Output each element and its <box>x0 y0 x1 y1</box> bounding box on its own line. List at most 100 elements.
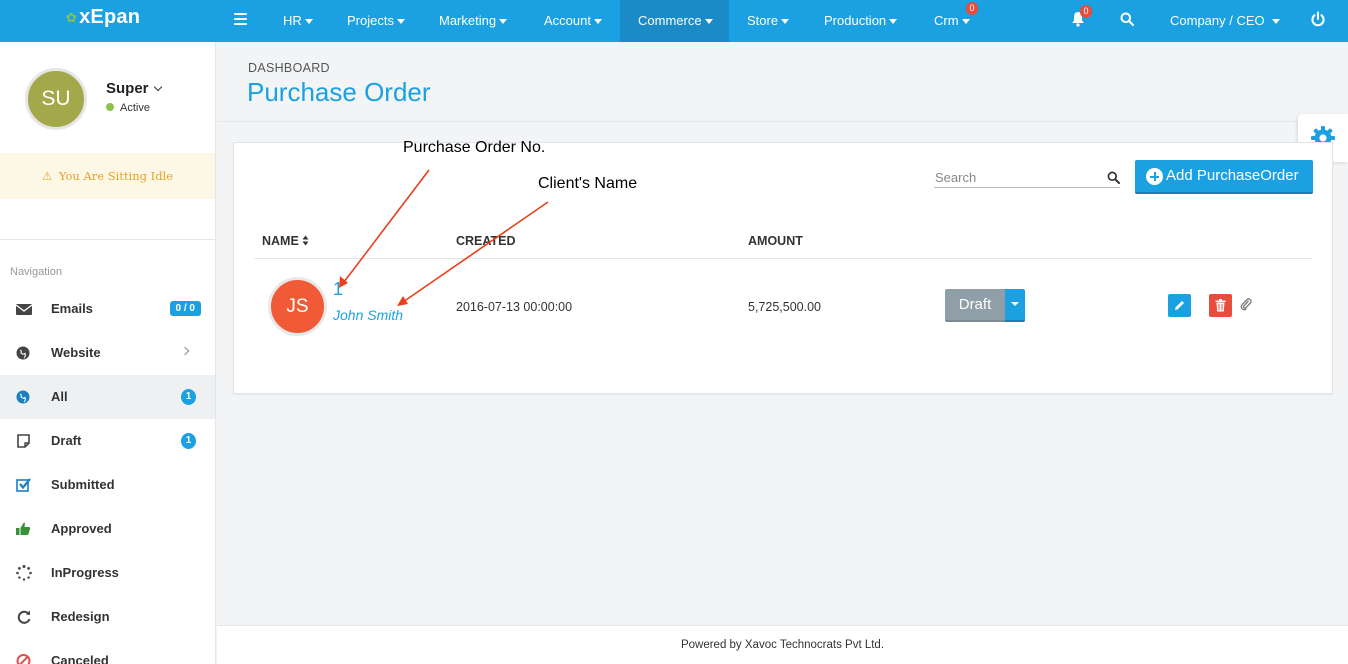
status-dropdown-toggle[interactable] <box>1005 289 1025 322</box>
caret-down-icon <box>304 19 313 25</box>
created-date: 2016-07-13 00:00:00 <box>456 300 573 314</box>
app-logo[interactable]: ✿ xEpan <box>66 6 140 29</box>
paperclip-icon[interactable] <box>1240 297 1252 311</box>
search-field <box>934 167 1120 188</box>
client-name[interactable]: John Smith <box>333 307 403 323</box>
refresh-icon <box>17 610 31 624</box>
sidebar-item-label: InProgress <box>51 565 119 580</box>
caret-down-icon <box>889 19 898 25</box>
sort-icon <box>302 235 309 246</box>
page-header: DASHBOARD Purchase Order <box>217 42 1348 122</box>
column-label: NAME <box>262 234 299 248</box>
delete-button[interactable] <box>1209 294 1232 317</box>
user-name-dropdown[interactable]: Super <box>106 80 162 97</box>
globe-icon <box>16 390 30 404</box>
caret-down-icon <box>704 19 713 25</box>
search-icon[interactable] <box>1120 12 1134 26</box>
user-avatar[interactable]: SU <box>25 68 87 130</box>
sidebar-divider <box>0 239 215 240</box>
caret-down-icon <box>396 19 405 25</box>
app-logo-text: xEpan <box>79 6 141 28</box>
sidebar-item-canceled[interactable]: Canceled <box>0 639 215 664</box>
sidebar-item-label: Redesign <box>51 609 110 624</box>
sidebar-item-label: Draft <box>51 433 82 448</box>
menu-production[interactable]: Production <box>811 0 910 42</box>
menu-store[interactable]: Store <box>734 0 802 42</box>
warning-icon: ⚠ <box>41 169 53 183</box>
plus-circle-icon <box>1146 168 1163 185</box>
trash-icon <box>1215 299 1226 312</box>
purchase-order-number[interactable]: 1 <box>333 279 343 300</box>
annotation-client-name: Client's Name <box>538 175 638 192</box>
menu-marketing[interactable]: Marketing <box>426 0 520 42</box>
footer: Powered by Xavoc Technocrats Pvt Ltd. <box>217 625 1348 664</box>
table-header-divider <box>254 258 1312 259</box>
menu-commerce[interactable]: Commerce <box>620 0 729 42</box>
sidebar-item-submitted[interactable]: Submitted <box>0 463 215 507</box>
column-header-name[interactable]: NAME <box>262 234 309 248</box>
sidebar-item-draft[interactable]: Draft 1 <box>0 419 215 463</box>
column-header-amount: AMOUNT <box>748 234 803 248</box>
sidebar-item-website[interactable]: Website <box>0 331 215 375</box>
caret-down-icon <box>593 19 602 25</box>
purchase-order-grid: Add PurchaseOrder NAME CREATED AMOUNT JS… <box>233 142 1333 394</box>
edit-button[interactable] <box>1168 294 1191 317</box>
hamburger-menu-icon[interactable] <box>234 13 247 28</box>
sidebar-item-emails[interactable]: Emails 0 / 0 <box>0 287 215 331</box>
page-title: Purchase Order <box>247 77 431 107</box>
annotation-po-number: Purchase Order No. <box>403 139 546 156</box>
sidebar-item-label: Emails <box>51 301 93 316</box>
menu-account[interactable]: Account <box>531 0 615 42</box>
add-purchase-order-button[interactable]: Add PurchaseOrder <box>1135 160 1313 194</box>
menu-hr[interactable]: HR <box>270 0 326 42</box>
menu-label: HR <box>283 13 302 28</box>
user-name: Super <box>106 80 149 97</box>
leaf-icon: ✿ <box>66 9 78 25</box>
menu-label: Crm <box>934 13 959 28</box>
search-input[interactable] <box>934 167 1106 187</box>
ban-icon <box>16 654 31 664</box>
sidebar-item-label: Website <box>51 345 101 360</box>
column-header-created: CREATED <box>456 234 516 248</box>
user-status-text: Active <box>120 102 150 114</box>
sidebar: SU Super Active ⚠ You Are Sitting Idle N… <box>0 42 216 664</box>
caret-down-icon <box>781 19 790 25</box>
sidebar-item-all[interactable]: All 1 <box>0 375 215 419</box>
idle-alert: ⚠ You Are Sitting Idle <box>0 153 215 199</box>
menu-label: Production <box>824 13 887 28</box>
chevron-down-icon <box>153 82 162 92</box>
count-badge: 1 <box>181 433 196 449</box>
sidebar-item-approved[interactable]: Approved <box>0 507 215 551</box>
search-icon[interactable] <box>1107 171 1120 184</box>
sticky-note-icon <box>17 434 30 448</box>
user-menu[interactable]: Company / CEO <box>1170 0 1280 42</box>
sidebar-item-label: Canceled <box>51 653 109 664</box>
chevron-right-icon <box>180 346 190 356</box>
menu-projects[interactable]: Projects <box>334 0 418 42</box>
sidebar-item-label: Approved <box>51 521 112 536</box>
menu-label: Commerce <box>638 13 702 28</box>
top-navbar: ✿ xEpan HR Projects Marketing Account Com… <box>0 0 1348 42</box>
sidebar-item-label: All <box>51 389 68 404</box>
order-amount: 5,725,500.00 <box>748 300 821 314</box>
notifications-badge: 0 <box>1080 5 1092 18</box>
power-icon[interactable] <box>1310 11 1326 28</box>
thumbs-up-icon <box>16 522 31 535</box>
envelope-icon <box>15 304 33 315</box>
sidebar-item-inprogress[interactable]: InProgress <box>0 551 215 595</box>
user-status: Active <box>106 102 150 114</box>
idle-message: You Are Sitting Idle <box>58 169 174 183</box>
breadcrumb[interactable]: DASHBOARD <box>248 61 330 75</box>
email-count-badge: 0 / 0 <box>169 301 201 316</box>
sidebar-item-redesign[interactable]: Redesign <box>0 595 215 639</box>
caret-down-icon <box>961 19 970 25</box>
menu-label: Marketing <box>439 13 497 28</box>
caret-down-icon <box>499 19 508 25</box>
sidebar-item-label: Submitted <box>51 477 115 492</box>
checkbox-icon <box>16 478 31 492</box>
caret-down-icon <box>1271 19 1280 25</box>
status-button[interactable]: Draft <box>945 289 1005 322</box>
menu-label: Account <box>544 13 591 28</box>
globe-icon <box>16 346 30 360</box>
pencil-icon <box>1175 301 1184 310</box>
